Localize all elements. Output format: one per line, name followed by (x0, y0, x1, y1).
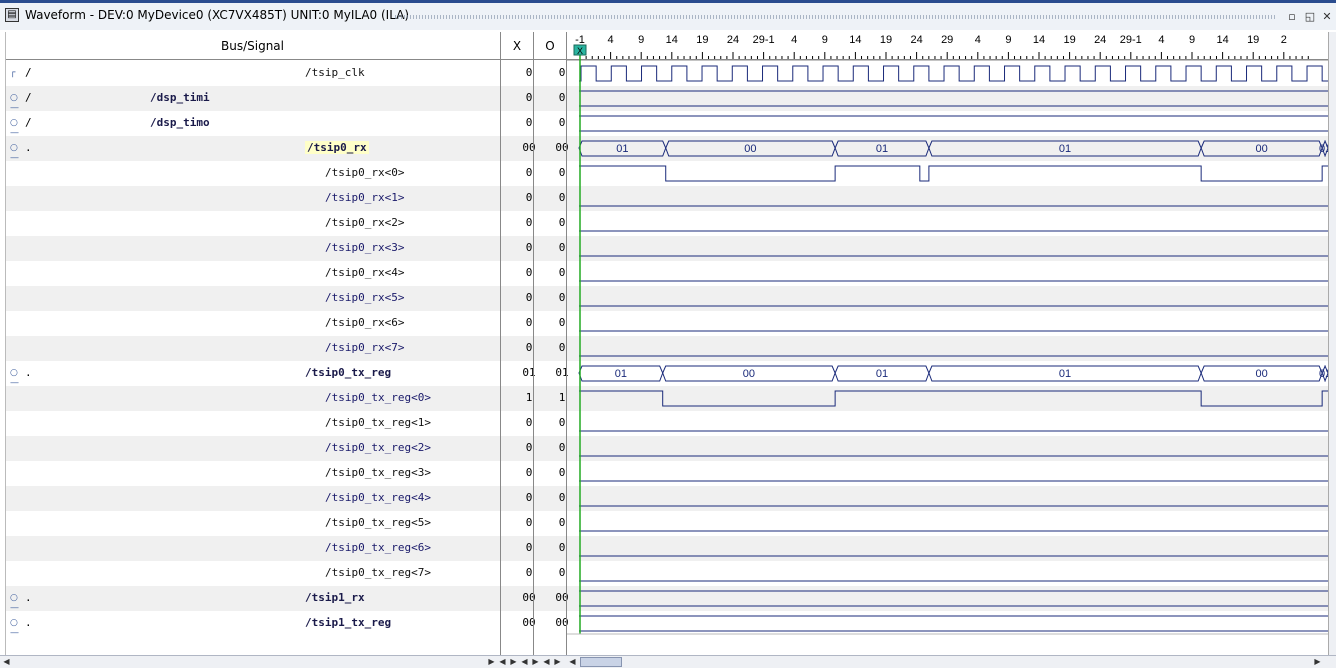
timeline-tick-label: 19 (880, 34, 892, 46)
scroll-right-end-icon[interactable]: ◀ (498, 657, 507, 667)
timeline-tick-label: 14 (849, 34, 861, 46)
left-border (5, 32, 6, 655)
timeline-tick-label: 29-1 (1120, 34, 1142, 46)
x-column-divider[interactable] (533, 32, 534, 655)
bus-value-label: 01 (876, 368, 888, 380)
scroll-names-right-icon[interactable]: ▶ (509, 657, 518, 667)
timeline-tick-label: 19 (696, 34, 708, 46)
bus-value-label: 01 (1059, 143, 1071, 155)
scroll-left-icon[interactable]: ◀ (2, 657, 11, 667)
name-column-divider[interactable] (500, 32, 501, 655)
bus-value-label: 00 (744, 143, 756, 155)
signal-trace (579, 390, 1336, 407)
cursor-x-label: X (577, 46, 583, 56)
timeline-tick-label: 29-1 (753, 34, 775, 46)
bus-value-label: 00 (743, 368, 755, 380)
scroll-o-left-icon[interactable]: ◀ (542, 657, 551, 667)
timeline-tick-label: 9 (822, 34, 828, 46)
timeline-tick-label: 2 (1281, 34, 1287, 46)
scroll-left-end-icon[interactable]: ▶ (487, 657, 496, 667)
waveform-canvas[interactable]: -1 4 9 14 19 24 29-1 4 9 14 19 24 29 4 9 14 19 24 29-1 4 9 14… (0, 0, 1336, 668)
clock-trace (579, 65, 1328, 82)
timeline-tick-label: 14 (666, 34, 678, 46)
horizontal-scrollbar[interactable]: ◀ ▶ ◀ ▶ ◀ ▶ ◀ ▶ ◀ ▶ (0, 655, 1336, 668)
scroll-o-right-icon[interactable]: ▶ (553, 657, 562, 667)
bus-value-label: 00 (1256, 368, 1268, 380)
timeline-tick-label: 29 (941, 34, 953, 46)
timeline-tick-label: 4 (1158, 34, 1164, 46)
vertical-scrollbar[interactable] (1328, 32, 1336, 655)
signal-trace (579, 165, 1336, 182)
bus-value-label: 01 (615, 368, 627, 380)
timeline-tick-label: 9 (638, 34, 644, 46)
scroll-thumb[interactable] (580, 657, 622, 667)
timeline-tick-label: 4 (975, 34, 981, 46)
scroll-x-right-icon[interactable]: ▶ (531, 657, 540, 667)
scroll-right-icon[interactable]: ▶ (1313, 657, 1322, 667)
timeline-tick-label: -1 (575, 34, 585, 46)
scroll-wave-left-icon[interactable]: ◀ (568, 657, 577, 667)
timeline-tick-label: 24 (727, 34, 739, 46)
timeline-tick-label: 4 (608, 34, 614, 46)
bus-value-label: 01 (616, 143, 628, 155)
timeline-tick-label: 9 (1189, 34, 1195, 46)
o-column-divider[interactable] (566, 32, 567, 655)
timeline-tick-label: 24 (910, 34, 922, 46)
timeline-tick-label: 9 (1005, 34, 1011, 46)
timeline-tick-label: 19 (1063, 34, 1075, 46)
timeline-tick-label: 4 (791, 34, 797, 46)
timeline-tick-label: 19 (1247, 34, 1259, 46)
scroll-x-left-icon[interactable]: ◀ (520, 657, 529, 667)
bus-value-label: 01 (1059, 368, 1071, 380)
timeline-tick-label: 14 (1033, 34, 1045, 46)
timeline-tick-label: 14 (1216, 34, 1228, 46)
bus-value-label: 00 (1256, 143, 1268, 155)
timeline-tick-label: 24 (1094, 34, 1106, 46)
bus-value-label: 01 (876, 143, 888, 155)
